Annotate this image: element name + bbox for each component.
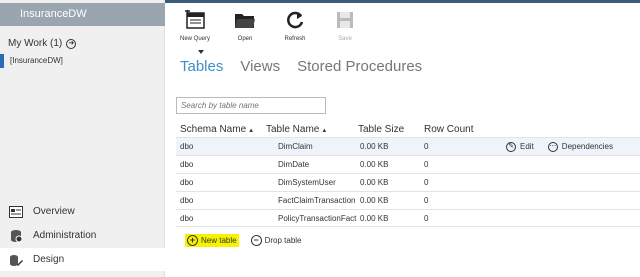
sort-asc-icon: ▲ <box>321 128 328 134</box>
overview-icon <box>9 205 23 219</box>
my-work-item-insurancedw[interactable]: [InsuranceDW] <box>0 54 165 68</box>
cell-table-size: 0.00 KB <box>360 160 389 169</box>
tables-grid: Schema Name ▲ Table Name ▲ Table Size Row … <box>176 122 640 227</box>
open-button[interactable]: Open <box>220 9 270 42</box>
pencil-icon: ✎ <box>506 141 516 152</box>
cell-table-size: 0.00 KB <box>360 142 389 151</box>
table-search-input[interactable] <box>176 97 326 114</box>
sidebar: InsuranceDW My Work (1) ➜ [InsuranceDW] … <box>0 0 165 277</box>
edit-button[interactable]: ✎ Edit <box>506 141 534 152</box>
cell-table-name: FactClaimTransaction <box>278 196 356 205</box>
cell-row-count: 0 <box>424 213 429 223</box>
nav-design[interactable]: Design <box>0 248 165 271</box>
toolbar: New Query Open Refresh Save <box>170 9 370 42</box>
cell-schema: dbo <box>180 178 194 187</box>
cell-table-name: DimDate <box>278 160 310 169</box>
edit-label: Edit <box>520 142 534 151</box>
dependencies-icon: ⋯ <box>547 141 558 152</box>
new-query-icon <box>184 9 206 31</box>
cell-schema: dbo <box>180 142 194 151</box>
table-actions: + New table − Drop table <box>185 234 304 247</box>
cell-row-count: 0 <box>424 142 429 151</box>
table-row[interactable]: dbo DimClaim 0.00 KB 0 ✎ Edit ⋯ Dependen… <box>176 137 640 155</box>
new-table-label: New table <box>201 236 237 245</box>
cell-row-count: 0 <box>424 160 429 169</box>
refresh-label: Refresh <box>284 36 306 42</box>
tab-indicator <box>198 50 204 54</box>
minus-circle-icon: − <box>250 235 262 246</box>
cell-table-name: DimSystemUser <box>278 178 336 187</box>
cell-table-size: 0.00 KB <box>360 213 389 223</box>
header-row-count[interactable]: Row Count <box>422 124 500 135</box>
new-query-button[interactable]: New Query <box>170 9 220 42</box>
header-table-name[interactable]: Table Name ▲ <box>264 124 354 135</box>
top-accent-bar <box>165 0 640 3</box>
row-actions: ✎ Edit ⋯ Dependencies <box>500 141 640 152</box>
sort-asc-icon: ▲ <box>248 128 255 134</box>
cell-table-name: DimClaim <box>278 142 313 151</box>
nav-overview[interactable]: Overview <box>0 200 165 223</box>
nav-overview-label: Overview <box>33 206 75 217</box>
cell-table-size: 0.00 KB <box>360 196 389 205</box>
cell-schema: dbo <box>180 213 194 223</box>
plus-circle-icon: + <box>187 235 198 246</box>
nav-administration-label: Administration <box>33 230 97 241</box>
dependencies-button[interactable]: ⋯ Dependencies <box>547 141 613 152</box>
tab-views[interactable]: Views <box>240 58 280 75</box>
refresh-icon <box>284 9 306 31</box>
my-work-link[interactable]: My Work (1) ➜ <box>8 38 77 49</box>
nav-administration[interactable]: Administration <box>0 224 165 247</box>
header-schema-label: Schema Name <box>180 124 247 135</box>
table-row[interactable]: dbo FactClaimTransaction 0.00 KB 0 <box>176 191 640 209</box>
table-row[interactable]: dbo PolicyTransactionFact 0.00 KB 0 <box>176 209 640 227</box>
cell-schema: dbo <box>180 160 194 169</box>
refresh-button[interactable]: Refresh <box>270 9 320 42</box>
open-label: Open <box>237 36 253 42</box>
tab-tables[interactable]: Tables <box>180 58 223 75</box>
cell-schema: dbo <box>180 196 194 205</box>
object-tabs: Tables Views Stored Procedures <box>180 58 422 75</box>
table-row[interactable]: dbo DimSystemUser 0.00 KB 0 <box>176 173 640 191</box>
save-button[interactable]: Save <box>320 9 370 42</box>
header-schema-name[interactable]: Schema Name ▲ <box>176 124 264 135</box>
header-table-size[interactable]: Table Size <box>354 124 422 135</box>
drop-table-label: Drop table <box>264 236 302 245</box>
cell-table-size: 0.00 KB <box>360 178 389 187</box>
cell-row-count: 0 <box>424 196 429 205</box>
cell-row-count: 0 <box>424 178 429 187</box>
nav-design-label: Design <box>33 254 65 265</box>
new-table-button[interactable]: + New table <box>185 234 239 247</box>
design-icon <box>9 253 23 267</box>
cell-table-name: PolicyTransactionFact <box>278 213 357 223</box>
table-row[interactable]: dbo DimDate 0.00 KB 0 <box>176 155 640 173</box>
header-table-label: Table Name <box>266 124 320 135</box>
drop-table-button[interactable]: − Drop table <box>249 234 304 247</box>
database-header[interactable]: InsuranceDW <box>0 3 165 26</box>
save-icon <box>334 9 356 31</box>
tab-stored-procedures[interactable]: Stored Procedures <box>297 58 422 75</box>
database-icon <box>9 229 23 243</box>
new-query-label: New Query <box>179 36 210 42</box>
my-work-label: My Work (1) <box>8 38 63 49</box>
arrow-right-circle-icon[interactable]: ➜ <box>66 38 77 49</box>
dependencies-label: Dependencies <box>561 142 613 151</box>
save-label: Save <box>338 36 352 42</box>
table-header: Schema Name ▲ Table Name ▲ Table Size Row … <box>176 122 640 137</box>
folder-icon <box>234 9 256 31</box>
